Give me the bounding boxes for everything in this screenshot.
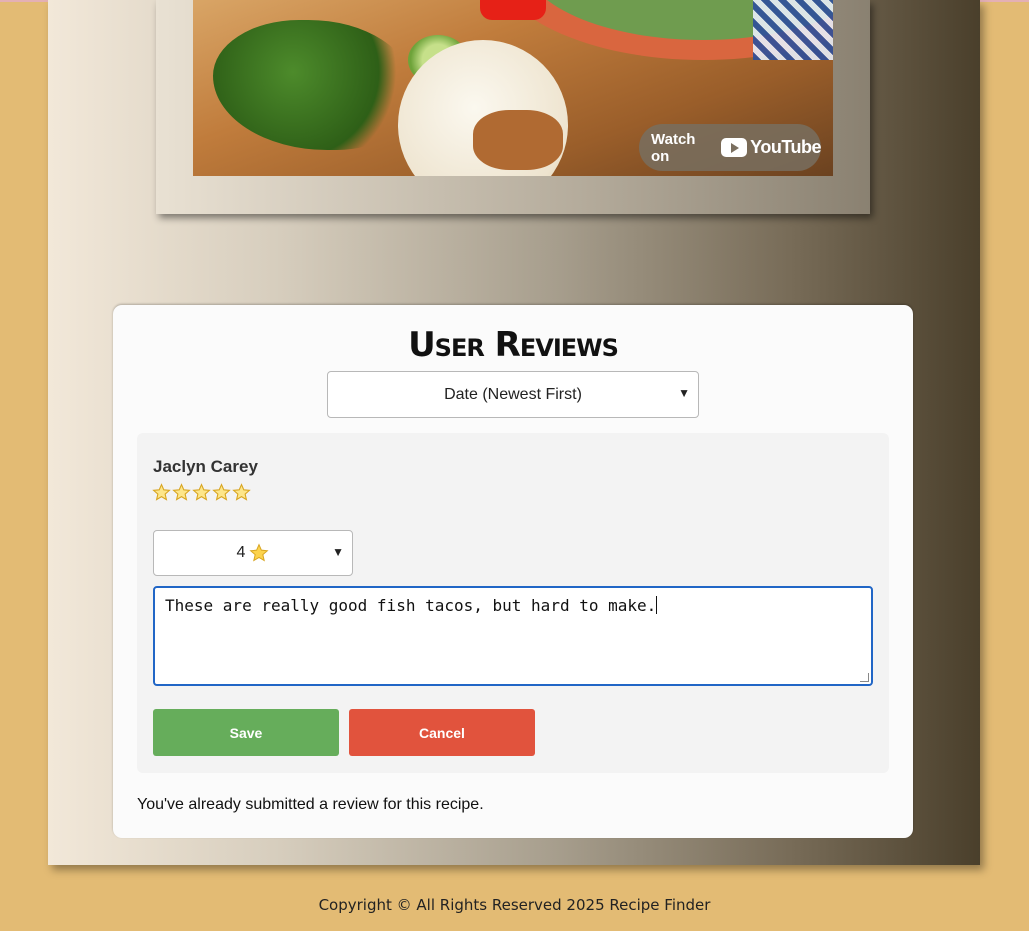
save-button[interactable]: Save [153, 709, 339, 756]
chevron-down-icon: ▼ [678, 386, 690, 400]
text-caret [656, 596, 658, 614]
youtube-play-icon [721, 138, 748, 157]
review-item: Jaclyn Carey 4 ▼ These are really good f… [137, 433, 889, 773]
rating-select[interactable]: 4 ▼ [153, 530, 353, 576]
review-textarea[interactable]: These are really good fish tacos, but ha… [153, 586, 873, 686]
review-star-rating [152, 483, 251, 502]
play-button-icon[interactable] [480, 0, 546, 20]
star-icon [249, 543, 269, 562]
star-icon [212, 483, 231, 501]
watch-on-youtube-button[interactable]: Watch on YouTube [639, 124, 821, 171]
reviewer-name: Jaclyn Carey [153, 457, 258, 476]
star-icon [192, 483, 211, 501]
youtube-brand-label: YouTube [750, 137, 821, 157]
sort-reviews-select[interactable]: Date (Newest First) ▼ [327, 371, 699, 418]
video-thumbnail-cloth [753, 0, 833, 60]
chevron-down-icon: ▼ [332, 545, 344, 559]
already-submitted-note: You've already submitted a review for th… [137, 796, 484, 813]
sort-selected-value: Date (Newest First) [444, 385, 582, 403]
footer-copyright: Copyright © All Rights Reserved 2025 Rec… [318, 896, 711, 914]
star-icon [152, 483, 171, 501]
star-icon [172, 483, 191, 501]
cancel-button[interactable]: Cancel [349, 709, 535, 756]
video-thumbnail-fish [473, 110, 563, 170]
user-reviews-card: User Reviews Date (Newest First) ▼ Jacly… [113, 305, 913, 838]
resize-handle[interactable] [860, 673, 869, 682]
youtube-logo-icon: YouTube [721, 137, 821, 158]
rating-select-value: 4 [236, 544, 246, 561]
reviews-title: User Reviews [408, 325, 619, 365]
video-thumbnail-cilantro [213, 20, 413, 150]
star-icon [232, 483, 251, 501]
review-text: These are really good fish tacos, but ha… [165, 596, 657, 615]
youtube-video-player[interactable]: Watch on YouTube [193, 0, 833, 176]
watch-on-label: Watch on [651, 130, 696, 165]
